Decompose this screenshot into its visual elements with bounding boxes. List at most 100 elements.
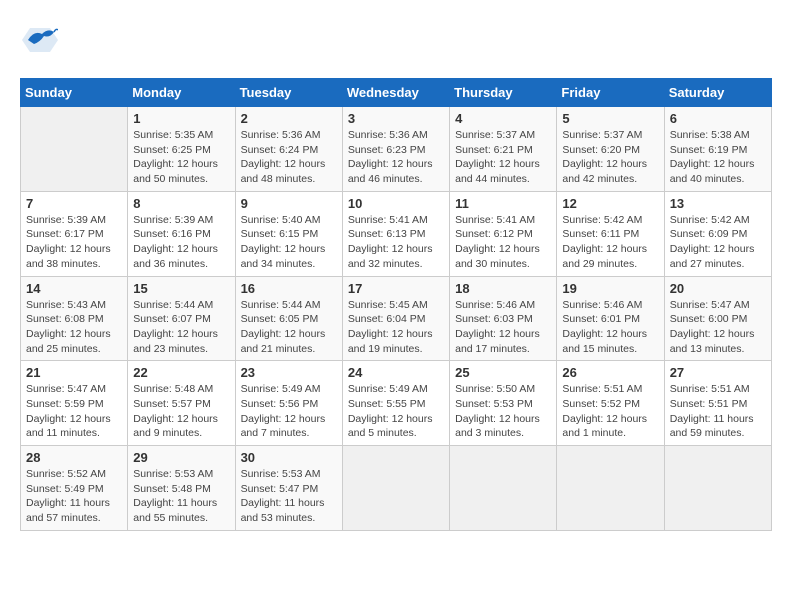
calendar-cell: 4 Sunrise: 5:37 AMSunset: 6:21 PMDaylight…: [450, 107, 557, 192]
day-number: 21: [26, 365, 122, 380]
day-number: 24: [348, 365, 444, 380]
day-info: Sunrise: 5:37 AMSunset: 6:20 PMDaylight:…: [562, 128, 658, 187]
calendar-cell: 15Sunrise: 5:44 AMSunset: 6:07 PMDayligh…: [128, 276, 235, 361]
day-info: Sunrise: 5:46 AMSunset: 6:01 PMDaylight:…: [562, 298, 658, 357]
calendar-header-wednesday: Wednesday: [342, 79, 449, 107]
day-number: 16: [241, 281, 337, 296]
calendar-header-monday: Monday: [128, 79, 235, 107]
calendar-header-saturday: Saturday: [664, 79, 771, 107]
calendar-cell: 7 Sunrise: 5:39 AMSunset: 6:17 PMDaylight…: [21, 191, 128, 276]
calendar-cell: 14 Sunrise: 5:43 AMSunset: 6:08 PMDayligh…: [21, 276, 128, 361]
calendar-table: SundayMondayTuesdayWednesdayThursdayFrid…: [20, 78, 772, 531]
calendar-header-tuesday: Tuesday: [235, 79, 342, 107]
day-info: Sunrise: 5:47 AMSunset: 5:59 PMDaylight:…: [26, 382, 122, 441]
day-info: Sunrise: 5:42 AMSunset: 6:11 PMDaylight:…: [562, 213, 658, 272]
day-number: 27: [670, 365, 766, 380]
day-info: Sunrise: 5:43 AMSunset: 6:08 PMDaylight:…: [26, 298, 122, 357]
day-number: 13: [670, 196, 766, 211]
day-info: Sunrise: 5:53 AMSunset: 5:48 PMDaylight:…: [133, 467, 229, 526]
calendar-cell: 24 Sunrise: 5:49 AMSunset: 5:55 PMDayligh…: [342, 361, 449, 446]
day-info: Sunrise: 5:49 AMSunset: 5:56 PMDaylight:…: [241, 382, 337, 441]
page-header: [20, 20, 772, 63]
day-info: Sunrise: 5:41 AMSunset: 6:12 PMDaylight:…: [455, 213, 551, 272]
calendar-week-row: 14 Sunrise: 5:43 AMSunset: 6:08 PMDayligh…: [21, 276, 772, 361]
calendar-cell: 29 Sunrise: 5:53 AMSunset: 5:48 PMDayligh…: [128, 446, 235, 531]
calendar-cell: 9 Sunrise: 5:40 AMSunset: 6:15 PMDaylight…: [235, 191, 342, 276]
day-info: Sunrise: 5:49 AMSunset: 5:55 PMDaylight:…: [348, 382, 444, 441]
calendar-week-row: 1 Sunrise: 5:35 AMSunset: 6:25 PMDaylight…: [21, 107, 772, 192]
day-info: Sunrise: 5:51 AMSunset: 5:51 PMDaylight:…: [670, 382, 766, 441]
calendar-cell: 27 Sunrise: 5:51 AMSunset: 5:51 PMDayligh…: [664, 361, 771, 446]
day-number: 4: [455, 111, 551, 126]
calendar-cell: 28 Sunrise: 5:52 AMSunset: 5:49 PMDayligh…: [21, 446, 128, 531]
calendar-cell: 1 Sunrise: 5:35 AMSunset: 6:25 PMDaylight…: [128, 107, 235, 192]
calendar-header-sunday: Sunday: [21, 79, 128, 107]
day-number: 29: [133, 450, 229, 465]
day-number: 26: [562, 365, 658, 380]
day-number: 14: [26, 281, 122, 296]
day-number: 11: [455, 196, 551, 211]
day-info: Sunrise: 5:38 AMSunset: 6:19 PMDaylight:…: [670, 128, 766, 187]
day-number: 9: [241, 196, 337, 211]
calendar-cell: 18 Sunrise: 5:46 AMSunset: 6:03 PMDayligh…: [450, 276, 557, 361]
calendar-cell: [21, 107, 128, 192]
calendar-cell: 10Sunrise: 5:41 AMSunset: 6:13 PMDayligh…: [342, 191, 449, 276]
day-info: Sunrise: 5:47 AMSunset: 6:00 PMDaylight:…: [670, 298, 766, 357]
calendar-cell: 17Sunrise: 5:45 AMSunset: 6:04 PMDayligh…: [342, 276, 449, 361]
calendar-week-row: 7 Sunrise: 5:39 AMSunset: 6:17 PMDaylight…: [21, 191, 772, 276]
day-info: Sunrise: 5:36 AMSunset: 6:24 PMDaylight:…: [241, 128, 337, 187]
day-number: 12: [562, 196, 658, 211]
day-number: 1: [133, 111, 229, 126]
calendar-week-row: 21 Sunrise: 5:47 AMSunset: 5:59 PMDayligh…: [21, 361, 772, 446]
calendar-cell: [450, 446, 557, 531]
calendar-cell: 30 Sunrise: 5:53 AMSunset: 5:47 PMDayligh…: [235, 446, 342, 531]
day-number: 30: [241, 450, 337, 465]
calendar-cell: 22 Sunrise: 5:48 AMSunset: 5:57 PMDayligh…: [128, 361, 235, 446]
calendar-cell: 8Sunrise: 5:39 AMSunset: 6:16 PMDaylight…: [128, 191, 235, 276]
day-number: 2: [241, 111, 337, 126]
day-number: 10: [348, 196, 444, 211]
day-info: Sunrise: 5:50 AMSunset: 5:53 PMDaylight:…: [455, 382, 551, 441]
calendar-cell: [664, 446, 771, 531]
day-info: Sunrise: 5:40 AMSunset: 6:15 PMDaylight:…: [241, 213, 337, 272]
day-number: 8: [133, 196, 229, 211]
calendar-header-friday: Friday: [557, 79, 664, 107]
calendar-cell: [557, 446, 664, 531]
calendar-header-row: SundayMondayTuesdayWednesdayThursdayFrid…: [21, 79, 772, 107]
calendar-cell: 12 Sunrise: 5:42 AMSunset: 6:11 PMDayligh…: [557, 191, 664, 276]
day-number: 20: [670, 281, 766, 296]
day-info: Sunrise: 5:35 AMSunset: 6:25 PMDaylight:…: [133, 128, 229, 187]
calendar-cell: 16 Sunrise: 5:44 AMSunset: 6:05 PMDayligh…: [235, 276, 342, 361]
day-info: Sunrise: 5:52 AMSunset: 5:49 PMDaylight:…: [26, 467, 122, 526]
calendar-cell: 2 Sunrise: 5:36 AMSunset: 6:24 PMDaylight…: [235, 107, 342, 192]
day-number: 18: [455, 281, 551, 296]
day-number: 17: [348, 281, 444, 296]
day-info: Sunrise: 5:46 AMSunset: 6:03 PMDaylight:…: [455, 298, 551, 357]
calendar-cell: 19Sunrise: 5:46 AMSunset: 6:01 PMDayligh…: [557, 276, 664, 361]
calendar-cell: 25Sunrise: 5:50 AMSunset: 5:53 PMDayligh…: [450, 361, 557, 446]
day-info: Sunrise: 5:37 AMSunset: 6:21 PMDaylight:…: [455, 128, 551, 187]
day-info: Sunrise: 5:48 AMSunset: 5:57 PMDaylight:…: [133, 382, 229, 441]
calendar-week-row: 28 Sunrise: 5:52 AMSunset: 5:49 PMDayligh…: [21, 446, 772, 531]
day-number: 7: [26, 196, 122, 211]
day-number: 6: [670, 111, 766, 126]
day-info: Sunrise: 5:53 AMSunset: 5:47 PMDaylight:…: [241, 467, 337, 526]
day-info: Sunrise: 5:39 AMSunset: 6:17 PMDaylight:…: [26, 213, 122, 272]
day-info: Sunrise: 5:44 AMSunset: 6:07 PMDaylight:…: [133, 298, 229, 357]
calendar-cell: 11 Sunrise: 5:41 AMSunset: 6:12 PMDayligh…: [450, 191, 557, 276]
day-info: Sunrise: 5:51 AMSunset: 5:52 PMDaylight:…: [562, 382, 658, 441]
day-info: Sunrise: 5:44 AMSunset: 6:05 PMDaylight:…: [241, 298, 337, 357]
calendar-cell: 6 Sunrise: 5:38 AMSunset: 6:19 PMDaylight…: [664, 107, 771, 192]
day-number: 5: [562, 111, 658, 126]
calendar-cell: 26 Sunrise: 5:51 AMSunset: 5:52 PMDayligh…: [557, 361, 664, 446]
logo: [20, 20, 62, 63]
calendar-cell: [342, 446, 449, 531]
day-number: 23: [241, 365, 337, 380]
day-info: Sunrise: 5:42 AMSunset: 6:09 PMDaylight:…: [670, 213, 766, 272]
calendar-cell: 23 Sunrise: 5:49 AMSunset: 5:56 PMDayligh…: [235, 361, 342, 446]
calendar-cell: 3Sunrise: 5:36 AMSunset: 6:23 PMDaylight…: [342, 107, 449, 192]
calendar-cell: 13 Sunrise: 5:42 AMSunset: 6:09 PMDayligh…: [664, 191, 771, 276]
day-number: 22: [133, 365, 229, 380]
calendar-cell: 21 Sunrise: 5:47 AMSunset: 5:59 PMDayligh…: [21, 361, 128, 446]
day-number: 28: [26, 450, 122, 465]
